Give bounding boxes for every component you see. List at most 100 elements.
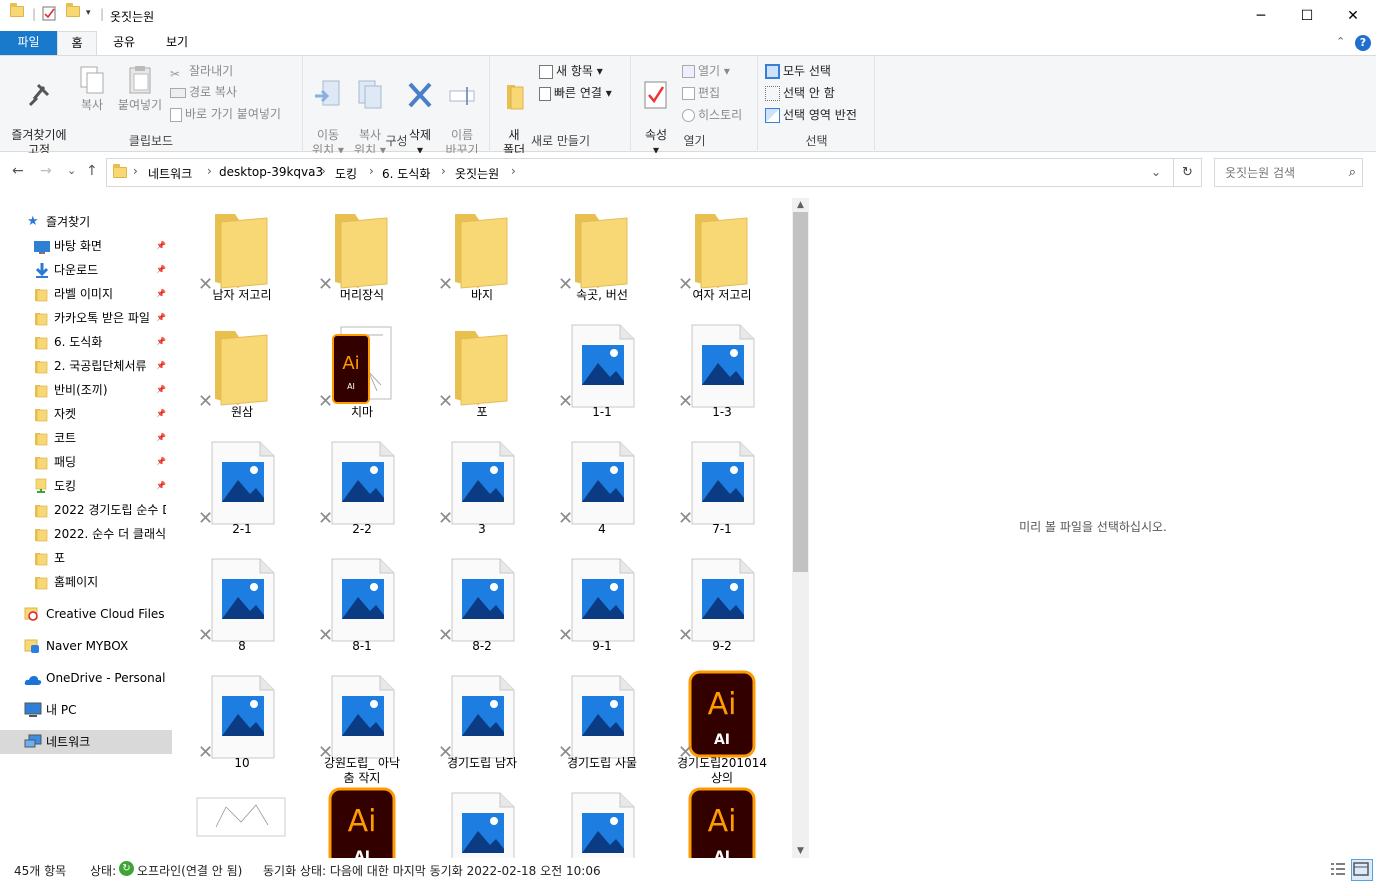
sidebar-item[interactable]: 포: [0, 546, 172, 570]
history-button[interactable]: 히스토리: [682, 105, 742, 125]
paste-shortcut-button[interactable]: 바로 가기 붙여넣기: [170, 104, 281, 124]
chevron-right-icon[interactable]: ›: [441, 164, 446, 178]
scrollbar-thumb[interactable]: [793, 212, 808, 572]
new-item-button[interactable]: 새 항목 ▾: [539, 61, 603, 81]
sidebar-root-item[interactable]: OneDrive - Personal: [0, 666, 172, 690]
file-item[interactable]: ✕ 7-1: [662, 432, 782, 549]
minimize-button[interactable]: ─: [1238, 0, 1284, 31]
folder-item[interactable]: ✕ 속곳, 버선: [542, 198, 662, 315]
chevron-right-icon[interactable]: ›: [511, 164, 516, 178]
file-item[interactable]: ✕ 경기도립 사물: [542, 666, 662, 783]
tab-view[interactable]: 보기: [157, 31, 197, 55]
open-button[interactable]: 열기 ▾: [682, 61, 730, 81]
breadcrumb-item[interactable]: 6. 도식화: [382, 165, 430, 182]
sidebar-item[interactable]: 6. 도식화 📌: [0, 330, 172, 354]
easy-access-button[interactable]: 빠른 연결 ▾: [539, 83, 612, 103]
file-item[interactable]: ✕ 8-2: [422, 549, 542, 666]
sidebar-item[interactable]: 2022 경기도립 순수 D: [0, 498, 172, 522]
folder-item[interactable]: Ai AI ✕ 치마: [302, 315, 422, 432]
forward-button[interactable]: →: [40, 163, 52, 179]
sidebar-item[interactable]: 코트 📌: [0, 426, 172, 450]
sidebar-item[interactable]: 2. 국공립단체서류 📌: [0, 354, 172, 378]
file-item[interactable]: ✕ 1-1: [542, 315, 662, 432]
file-item[interactable]: [182, 783, 302, 858]
cut-button[interactable]: ✂ 잘라내기: [170, 61, 233, 81]
folder-item[interactable]: ✕ 남자 저고리: [182, 198, 302, 315]
file-item[interactable]: ✕ 3: [422, 432, 542, 549]
refresh-button[interactable]: ↻: [1174, 158, 1202, 187]
file-item[interactable]: ✕ 9-1: [542, 549, 662, 666]
file-item[interactable]: ✕ 9-2: [662, 549, 782, 666]
breadcrumb-item[interactable]: desktop-39kqva3: [219, 165, 323, 179]
file-item[interactable]: [422, 783, 542, 858]
quick-access-item[interactable]: ★ 즐겨찾기: [0, 210, 172, 234]
sidebar-item[interactable]: 도킹 📌: [0, 474, 172, 498]
maximize-button[interactable]: ☐: [1284, 0, 1330, 31]
sidebar-item[interactable]: 홈페이지: [0, 570, 172, 594]
file-item[interactable]: ✕ 8-1: [302, 549, 422, 666]
folder-item[interactable]: ✕ 머리장식: [302, 198, 422, 315]
close-button[interactable]: ✕: [1330, 0, 1376, 31]
select-none-button[interactable]: 선택 안 함: [765, 83, 835, 103]
sidebar-root-item[interactable]: 내 PC: [0, 698, 172, 722]
chevron-right-icon[interactable]: ›: [321, 164, 326, 178]
breadcrumb-item[interactable]: 도킹: [335, 165, 357, 182]
folder-item[interactable]: ✕ 여자 저고리: [662, 198, 782, 315]
search-box[interactable]: ⌕: [1214, 158, 1363, 187]
sidebar-item[interactable]: 패딩 📌: [0, 450, 172, 474]
vertical-scrollbar[interactable]: ▲ ▼: [792, 198, 809, 858]
file-item[interactable]: ✕ 경기도립 남자: [422, 666, 542, 783]
file-item[interactable]: ✕ 4: [542, 432, 662, 549]
breadcrumb-item[interactable]: 네트워크: [148, 165, 192, 182]
sidebar-root-item[interactable]: Creative Cloud Files: [0, 602, 172, 626]
chevron-right-icon[interactable]: ›: [207, 164, 212, 178]
sidebar-root-item[interactable]: Naver MYBOX: [0, 634, 172, 658]
chevron-right-icon[interactable]: ›: [369, 164, 374, 178]
select-all-button[interactable]: 모두 선택: [765, 61, 831, 81]
file-item[interactable]: Ai AI: [662, 783, 782, 858]
sidebar-item[interactable]: 2022. 순수 더 클래식: [0, 522, 172, 546]
address-dropdown-icon[interactable]: ⌄: [1151, 165, 1161, 179]
folder-item[interactable]: ✕ 원삼: [182, 315, 302, 432]
file-item[interactable]: Ai AI: [302, 783, 422, 858]
invert-selection-button[interactable]: 선택 영역 반전: [765, 105, 857, 125]
sidebar-root-item[interactable]: 네트워크: [0, 730, 172, 754]
breadcrumb-item[interactable]: 옷짓는원: [455, 165, 499, 182]
scroll-up-arrow-icon[interactable]: ▲: [792, 198, 809, 212]
scroll-down-arrow-icon[interactable]: ▼: [792, 844, 809, 858]
sidebar-item[interactable]: 카카오톡 받은 파일 📌: [0, 306, 172, 330]
copy-path-button[interactable]: 경로 복사: [170, 82, 237, 102]
file-item[interactable]: [542, 783, 662, 858]
copy-button[interactable]: 복사: [74, 64, 110, 113]
edit-button[interactable]: 편집: [682, 83, 720, 103]
file-item[interactable]: ✕ 1-3: [662, 315, 782, 432]
ribbon-collapse-icon[interactable]: ⌃: [1336, 35, 1345, 48]
details-view-button[interactable]: [1328, 859, 1350, 881]
folder-item[interactable]: ✕ 포: [422, 315, 542, 432]
address-bar[interactable]: › 네트워크 › desktop-39kqva3 › 도킹 › 6. 도식화 ›…: [106, 158, 1174, 187]
file-item[interactable]: ✕ 8: [182, 549, 302, 666]
sidebar-item[interactable]: 반비(조끼) 📌: [0, 378, 172, 402]
search-input[interactable]: [1215, 159, 1340, 186]
file-item[interactable]: Ai AI ✕ 경기도립201014 상의: [662, 666, 782, 785]
properties-qat-icon[interactable]: [42, 6, 57, 24]
search-icon[interactable]: ⌕: [1349, 165, 1356, 180]
sidebar-item[interactable]: 라벨 이미지 📌: [0, 282, 172, 306]
tab-share[interactable]: 공유: [104, 31, 144, 55]
paste-button[interactable]: 붙여넣기: [112, 64, 168, 113]
tab-file[interactable]: 파일: [0, 31, 57, 55]
help-icon[interactable]: ?: [1355, 35, 1371, 51]
tab-home[interactable]: 홈: [57, 31, 97, 55]
file-item[interactable]: ✕ 10: [182, 666, 302, 783]
recent-locations-button[interactable]: ⌄: [67, 164, 76, 177]
folder-item[interactable]: ✕ 바지: [422, 198, 542, 315]
new-folder-qat-icon[interactable]: [66, 3, 80, 20]
file-item[interactable]: ✕ 2-1: [182, 432, 302, 549]
sidebar-item[interactable]: 자켓 📌: [0, 402, 172, 426]
qat-dropdown-icon[interactable]: ▾: [86, 8, 91, 18]
sidebar-item[interactable]: 바탕 화면 📌: [0, 234, 172, 258]
file-item[interactable]: ✕ 2-2: [302, 432, 422, 549]
large-icons-view-button[interactable]: [1351, 859, 1373, 881]
sidebar-item[interactable]: 다운로드 📌: [0, 258, 172, 282]
up-button[interactable]: ↑: [86, 163, 98, 179]
